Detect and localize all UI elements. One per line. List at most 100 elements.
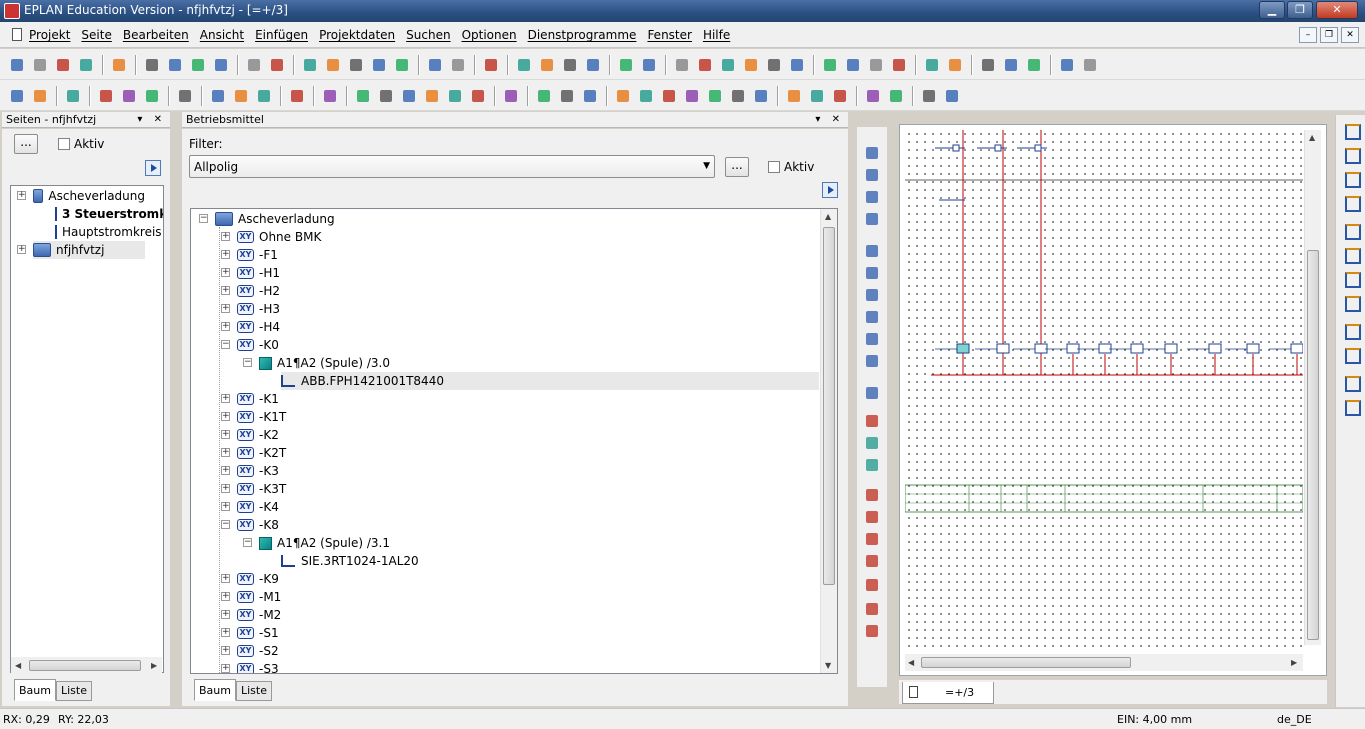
tree-item[interactable]: + XY -K2T xyxy=(221,444,819,462)
tb2-icons-tool-icon[interactable] xyxy=(120,87,138,105)
expand-icon[interactable]: + xyxy=(221,448,230,457)
expand-icon[interactable]: + xyxy=(221,412,230,421)
tree-item[interactable]: + XY Ohne BMK xyxy=(221,228,819,246)
tb2-icons-tool-icon[interactable] xyxy=(614,87,632,105)
mdi-close-button[interactable]: ✕ xyxy=(1341,27,1359,43)
tb1-icons-tool-icon[interactable] xyxy=(54,56,72,74)
tree-item[interactable]: + XY -M1 xyxy=(221,588,819,606)
tb1-icons-tool-icon[interactable] xyxy=(268,56,286,74)
tb2-icons-tool-icon[interactable] xyxy=(785,87,803,105)
tree-item[interactable]: + XY -H2 xyxy=(221,282,819,300)
tb1-icons-tool-icon[interactable] xyxy=(538,56,556,74)
menu-seite[interactable]: Seite xyxy=(81,28,111,42)
tree-item[interactable]: − XY -K8 xyxy=(221,516,819,534)
tree-item[interactable]: + XY -S1 xyxy=(221,624,819,642)
draw-tool-icon[interactable] xyxy=(864,309,880,325)
chevron-down-icon[interactable]: ▼ xyxy=(703,161,710,171)
expand-icon[interactable]: + xyxy=(17,245,26,254)
tab-page-3[interactable]: =+/3 xyxy=(902,682,994,704)
pages-filter-button[interactable]: ... xyxy=(14,134,38,154)
tb2-icons-tool-icon[interactable] xyxy=(255,87,273,105)
tree-item[interactable]: + XY -H3 xyxy=(221,300,819,318)
tab-devices-liste[interactable]: Liste xyxy=(235,681,272,701)
close-button[interactable]: ✕ xyxy=(1316,1,1358,19)
tb2-icons-tool-icon[interactable] xyxy=(887,87,905,105)
canvas-hscroll[interactable]: ◀ ▶ xyxy=(905,654,1303,671)
devices-apply-button[interactable] xyxy=(822,182,838,198)
tb1-icons-tool-icon[interactable] xyxy=(189,56,207,74)
tb1-icons-tool-icon[interactable] xyxy=(212,56,230,74)
schematic-canvas[interactable] xyxy=(905,130,1303,652)
tab-pages-liste[interactable]: Liste xyxy=(55,681,92,701)
menu-projektdaten[interactable]: Projektdaten xyxy=(319,28,395,42)
tb2-icons-tool-icon[interactable] xyxy=(535,87,553,105)
tree-item[interactable]: ABB.FPH1421001T8440 xyxy=(281,372,819,390)
pages-hscroll[interactable]: ◀ ▶ xyxy=(11,657,162,674)
tb2-icons-tool-icon[interactable] xyxy=(683,87,701,105)
tb1-icons-tool-icon[interactable] xyxy=(867,56,885,74)
tree-item[interactable]: + XY -K2 xyxy=(221,426,819,444)
tb1-icons-tool-icon[interactable] xyxy=(1081,56,1099,74)
tb1-icons-tool-icon[interactable] xyxy=(719,56,737,74)
expand-icon[interactable]: + xyxy=(221,610,230,619)
menu-einfuegen[interactable]: Einfügen xyxy=(255,28,308,42)
tb2-icons-tool-icon[interactable] xyxy=(321,87,339,105)
collapse-icon[interactable]: − xyxy=(199,214,208,223)
draw-tool-icon[interactable] xyxy=(864,145,880,161)
draw-tool-icon[interactable] xyxy=(864,623,880,639)
tb1-icons-tool-icon[interactable] xyxy=(844,56,862,74)
tree-item[interactable]: − Ascheverladung xyxy=(199,210,819,228)
draw-tool-icon[interactable] xyxy=(864,457,880,473)
tb1-icons-tool-icon[interactable] xyxy=(640,56,658,74)
expand-icon[interactable]: + xyxy=(221,430,230,439)
tb2-icons-tool-icon[interactable] xyxy=(400,87,418,105)
tb1-icons-tool-icon[interactable] xyxy=(561,56,579,74)
tb1-icons-tool-icon[interactable] xyxy=(923,56,941,74)
tb2-icons-tool-icon[interactable] xyxy=(831,87,849,105)
tree-item[interactable]: + XY -K3T xyxy=(221,480,819,498)
menu-bearbeiten[interactable]: Bearbeiten xyxy=(123,28,189,42)
tree-item[interactable]: + XY -K4 xyxy=(221,498,819,516)
tb1-icons-tool-icon[interactable] xyxy=(426,56,444,74)
tb1-icons-tool-icon[interactable] xyxy=(482,56,500,74)
collapse-icon[interactable]: − xyxy=(243,538,252,547)
tb2-icons-tool-icon[interactable] xyxy=(64,87,82,105)
menu-optionen[interactable]: Optionen xyxy=(462,28,517,42)
tb2-icons-tool-icon[interactable] xyxy=(354,87,372,105)
menu-fenster[interactable]: Fenster xyxy=(647,28,692,42)
draw-tool-icon[interactable] xyxy=(864,553,880,569)
collapse-icon[interactable]: − xyxy=(221,340,230,349)
tb2-icons-tool-icon[interactable] xyxy=(232,87,250,105)
expand-icon[interactable]: + xyxy=(221,574,230,583)
menu-dienstprogramme[interactable]: Dienstprogramme xyxy=(528,28,637,42)
pages-active-checkbox[interactable]: Aktiv xyxy=(58,137,104,151)
draw-tool-icon[interactable] xyxy=(864,211,880,227)
expand-icon[interactable]: + xyxy=(17,191,26,200)
expand-icon[interactable]: + xyxy=(221,304,230,313)
tree-item[interactable]: + XY -K9 xyxy=(221,570,819,588)
tb1-icons-tool-icon[interactable] xyxy=(110,56,128,74)
tb1-icons-tool-icon[interactable] xyxy=(673,56,691,74)
devices-filter-button[interactable]: ... xyxy=(725,157,749,177)
tree-item[interactable]: + nfjhfvtzj xyxy=(17,241,145,259)
draw-tool-icon[interactable] xyxy=(864,531,880,547)
tb2-icons-tool-icon[interactable] xyxy=(808,87,826,105)
tb2-icons-tool-icon[interactable] xyxy=(31,87,49,105)
connection-symbol-icon[interactable] xyxy=(1342,293,1361,312)
tree-item[interactable]: − XY -K0 xyxy=(221,336,819,354)
connection-symbol-icon[interactable] xyxy=(1342,193,1361,212)
draw-tool-icon[interactable] xyxy=(864,601,880,617)
draw-tool-icon[interactable] xyxy=(864,385,880,401)
tree-item[interactable]: + Ascheverladung xyxy=(17,187,145,205)
tb2-icons-tool-icon[interactable] xyxy=(637,87,655,105)
tb2-icons-tool-icon[interactable] xyxy=(706,87,724,105)
connection-symbol-icon[interactable] xyxy=(1342,269,1361,288)
tree-item[interactable]: SIE.3RT1024-1AL20 xyxy=(281,552,819,570)
tb1-icons-tool-icon[interactable] xyxy=(245,56,263,74)
filter-dropdown[interactable]: Allpolig ▼ xyxy=(189,155,715,178)
pages-panel-controls[interactable]: ▾ ✕ xyxy=(137,112,166,127)
tb1-icons-tool-icon[interactable] xyxy=(946,56,964,74)
tb1-icons-tool-icon[interactable] xyxy=(890,56,908,74)
tb1-icons-tool-icon[interactable] xyxy=(1058,56,1076,74)
tb1-icons-tool-icon[interactable] xyxy=(324,56,342,74)
